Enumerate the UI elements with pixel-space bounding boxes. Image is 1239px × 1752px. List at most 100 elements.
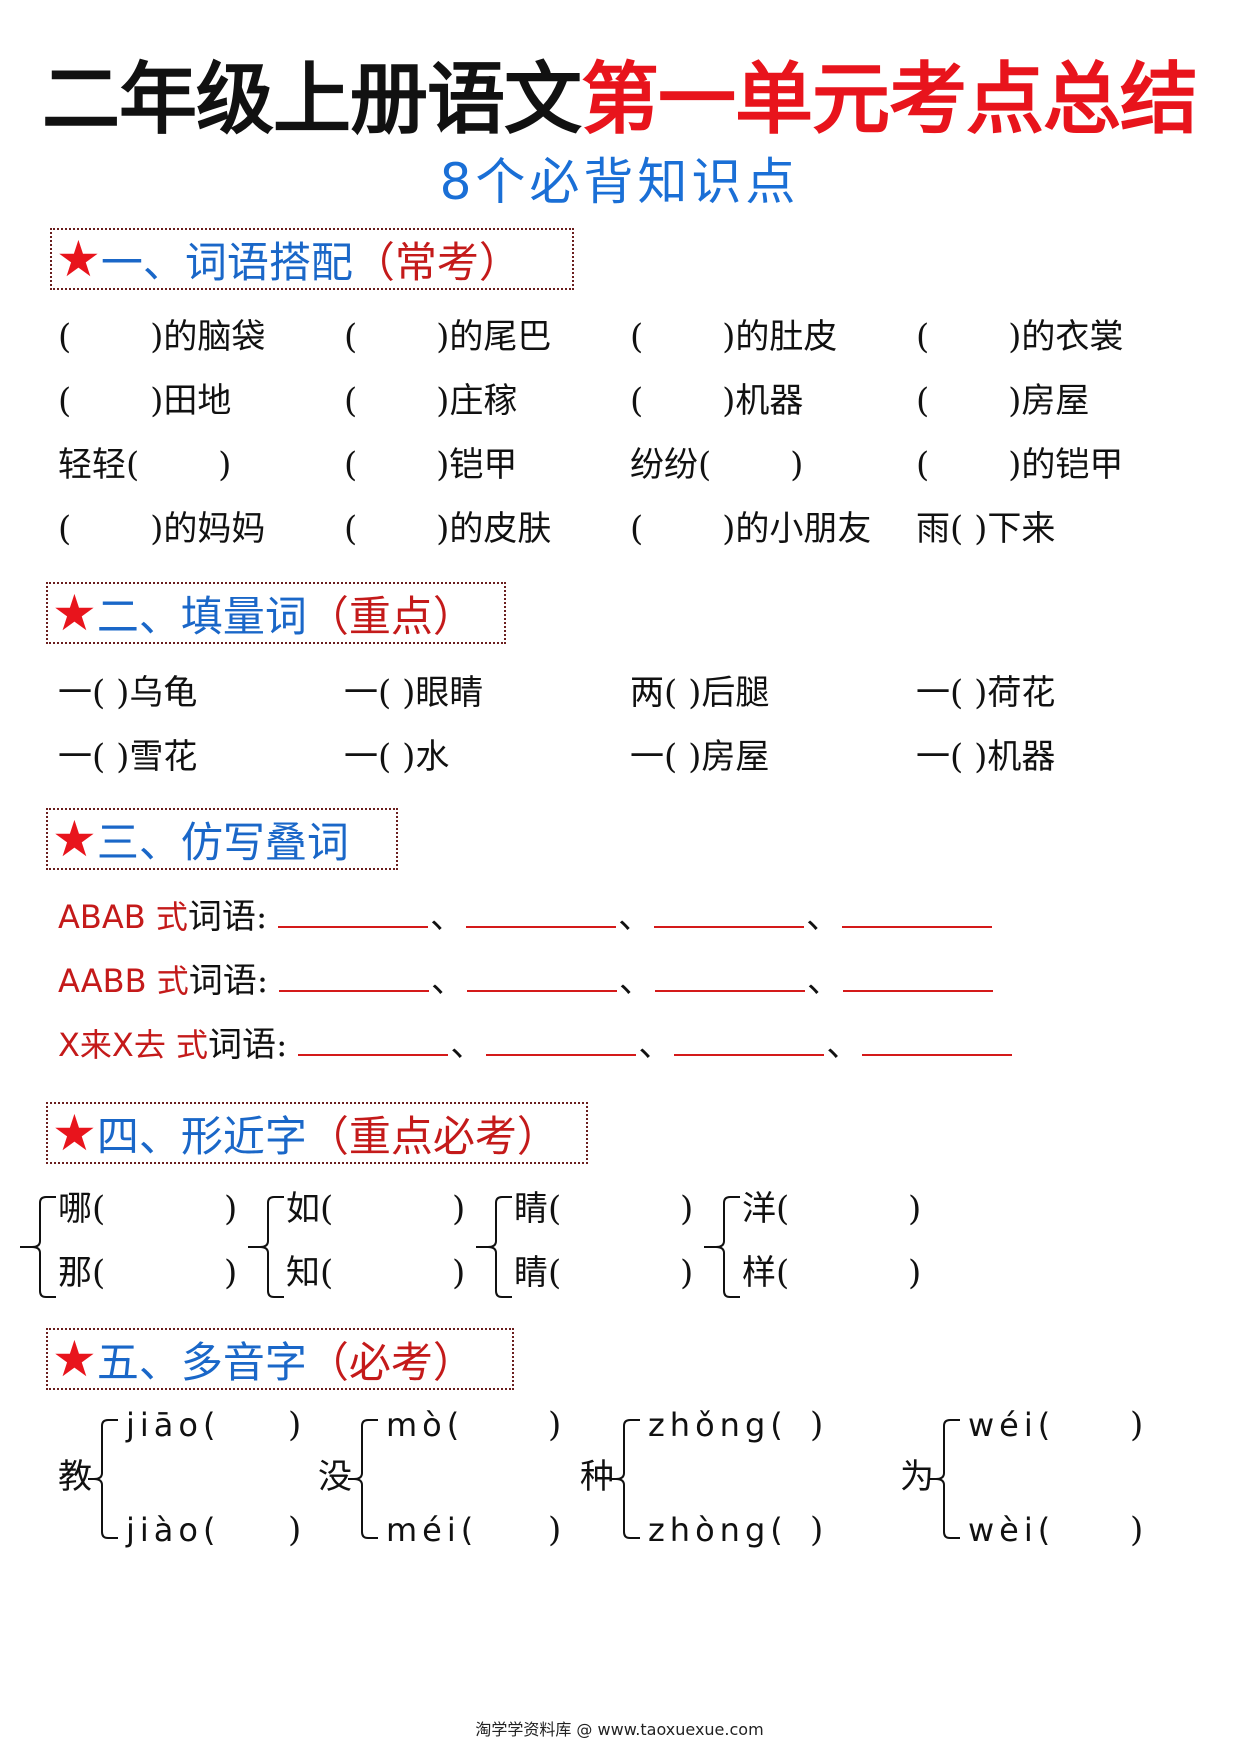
close-paren: ) [680,1253,694,1293]
fill-blank-item: ( )铠甲 [344,445,518,485]
fill-blank-item: ( )的肚皮 [630,317,838,357]
answer-blank[interactable] [654,896,805,928]
close-paren: ) [224,1253,238,1293]
similar-char-bottom: 知( [286,1253,334,1293]
answer-blank[interactable] [278,896,429,928]
fill-blank-item: ( )的小朋友 [630,509,872,549]
star-icon: ★ [52,1330,97,1388]
close-paren: ) [224,1189,238,1229]
curly-brace-icon [476,1196,512,1298]
section-name: 仿写叠词 [180,817,349,867]
fill-blank-item: ( )的衣裳 [916,317,1124,357]
star-icon: ★ [52,1104,97,1162]
pinyin-option-top: zhǒng( [648,1406,788,1444]
pinyin-option-bottom: zhòng( [648,1511,788,1549]
section-number: 一、 [100,237,185,287]
section-tag: （重点必考） [306,1111,559,1161]
fill-blank-item: ( )的脑袋 [58,317,266,357]
pinyin-option-bottom: jiào( [126,1511,221,1549]
measure-word-item: 两( )后腿 [630,673,770,713]
footer-watermark: 淘学学资料库 @ www.taoxuexue.com [475,1720,764,1739]
section-number: 四、 [96,1111,181,1161]
answer-blank[interactable] [466,896,617,928]
pinyin-option-bottom: wèi( [968,1511,1056,1549]
curly-brace-icon [348,1419,378,1539]
separator: 、 [619,961,654,1001]
separator: 、 [450,1025,485,1065]
words-label: 词语: [188,961,269,1001]
answer-blank[interactable] [842,896,993,928]
star-icon: ★ [52,810,97,868]
fill-blank-item: 轻轻( ) [58,445,232,485]
similar-char-bottom: 那( [58,1253,106,1293]
answer-blank[interactable] [843,960,994,992]
section-number: 二、 [96,591,181,641]
separator: 、 [638,1025,673,1065]
pinyin-option-top: jiāo( [126,1406,221,1444]
measure-word-item: 一( )乌龟 [58,673,198,713]
answer-blank[interactable] [486,1024,637,1056]
section-tag: （重点） [306,591,475,641]
fill-blank-item: ( )的皮肤 [344,509,552,549]
similar-char-top: 睛( [514,1189,562,1229]
close-paren: ) [908,1189,922,1229]
close-paren: ) [288,1405,302,1445]
reduplication-row: AABB 式词语: 、 、 、 [58,956,994,1006]
similar-char-top: 哪( [58,1189,106,1229]
close-paren: ) [548,1405,562,1445]
curly-brace-icon [610,1419,640,1539]
separator: 、 [826,1025,861,1065]
answer-blank[interactable] [655,960,806,992]
curly-brace-icon [88,1419,118,1539]
section-heading-3: ★ 三、 仿写叠词 [46,808,398,870]
separator: 、 [430,897,465,937]
pinyin-option-top: mò( [386,1406,465,1444]
reduplication-row: X来X去 式词语: 、 、 、 [58,1020,1013,1070]
measure-word-item: 一( )荷花 [916,673,1056,713]
fill-blank-item: ( )庄稼 [344,381,518,421]
fill-blank-item: ( )机器 [630,381,804,421]
section-heading-4: ★ 四、 形近字 （重点必考） [46,1102,588,1164]
star-icon: ★ [52,584,97,642]
separator: 、 [431,961,466,1001]
section-name: 填量词 [180,591,307,641]
pattern-label: X来X去 式 [58,1026,209,1064]
fill-blank-item: ( )的铠甲 [916,445,1124,485]
fill-blank-item: 雨( )下来 [916,509,1056,549]
section-heading-1: ★ 一、 词语搭配 （常考） [50,228,574,290]
title-black-part: 二年级上册语文 [41,55,582,145]
answer-blank[interactable] [467,960,618,992]
measure-word-item: 一( )水 [344,737,450,777]
answer-blank[interactable] [674,1024,825,1056]
similar-char-top: 洋( [742,1189,790,1229]
close-paren: ) [680,1189,694,1229]
section-number: 五、 [96,1337,181,1387]
section-tag: （必考） [306,1337,475,1387]
close-paren: ) [288,1510,302,1550]
pattern-label: AABB 式 [58,962,189,1000]
close-paren: ) [548,1510,562,1550]
pattern-label: ABAB 式 [58,898,188,936]
curly-brace-icon [930,1419,960,1539]
words-label: 词语: [208,1025,288,1065]
words-label: 词语: [187,897,268,937]
similar-char-bottom: 样( [742,1253,790,1293]
close-paren: ) [452,1253,466,1293]
measure-word-item: 一( )房屋 [630,737,770,777]
reduplication-row: ABAB 式词语: 、 、 、 [58,892,993,942]
close-paren: ) [1130,1405,1144,1445]
curly-brace-icon [20,1196,56,1298]
pinyin-option-bottom: méi( [386,1511,479,1549]
separator: 、 [806,897,841,937]
answer-blank[interactable] [279,960,430,992]
similar-char-bottom: 睛( [514,1253,562,1293]
answer-blank[interactable] [298,1024,449,1056]
page-subtitle: 8个必背知识点 [439,153,800,211]
fill-blank-item: 纷纷( ) [630,445,804,485]
title-red-part: 第一单元考点总结 [581,55,1198,145]
section-number: 三、 [96,817,181,867]
close-paren: ) [810,1405,824,1445]
section-name: 形近字 [180,1111,307,1161]
fill-blank-item: ( )的尾巴 [344,317,552,357]
answer-blank[interactable] [862,1024,1013,1056]
